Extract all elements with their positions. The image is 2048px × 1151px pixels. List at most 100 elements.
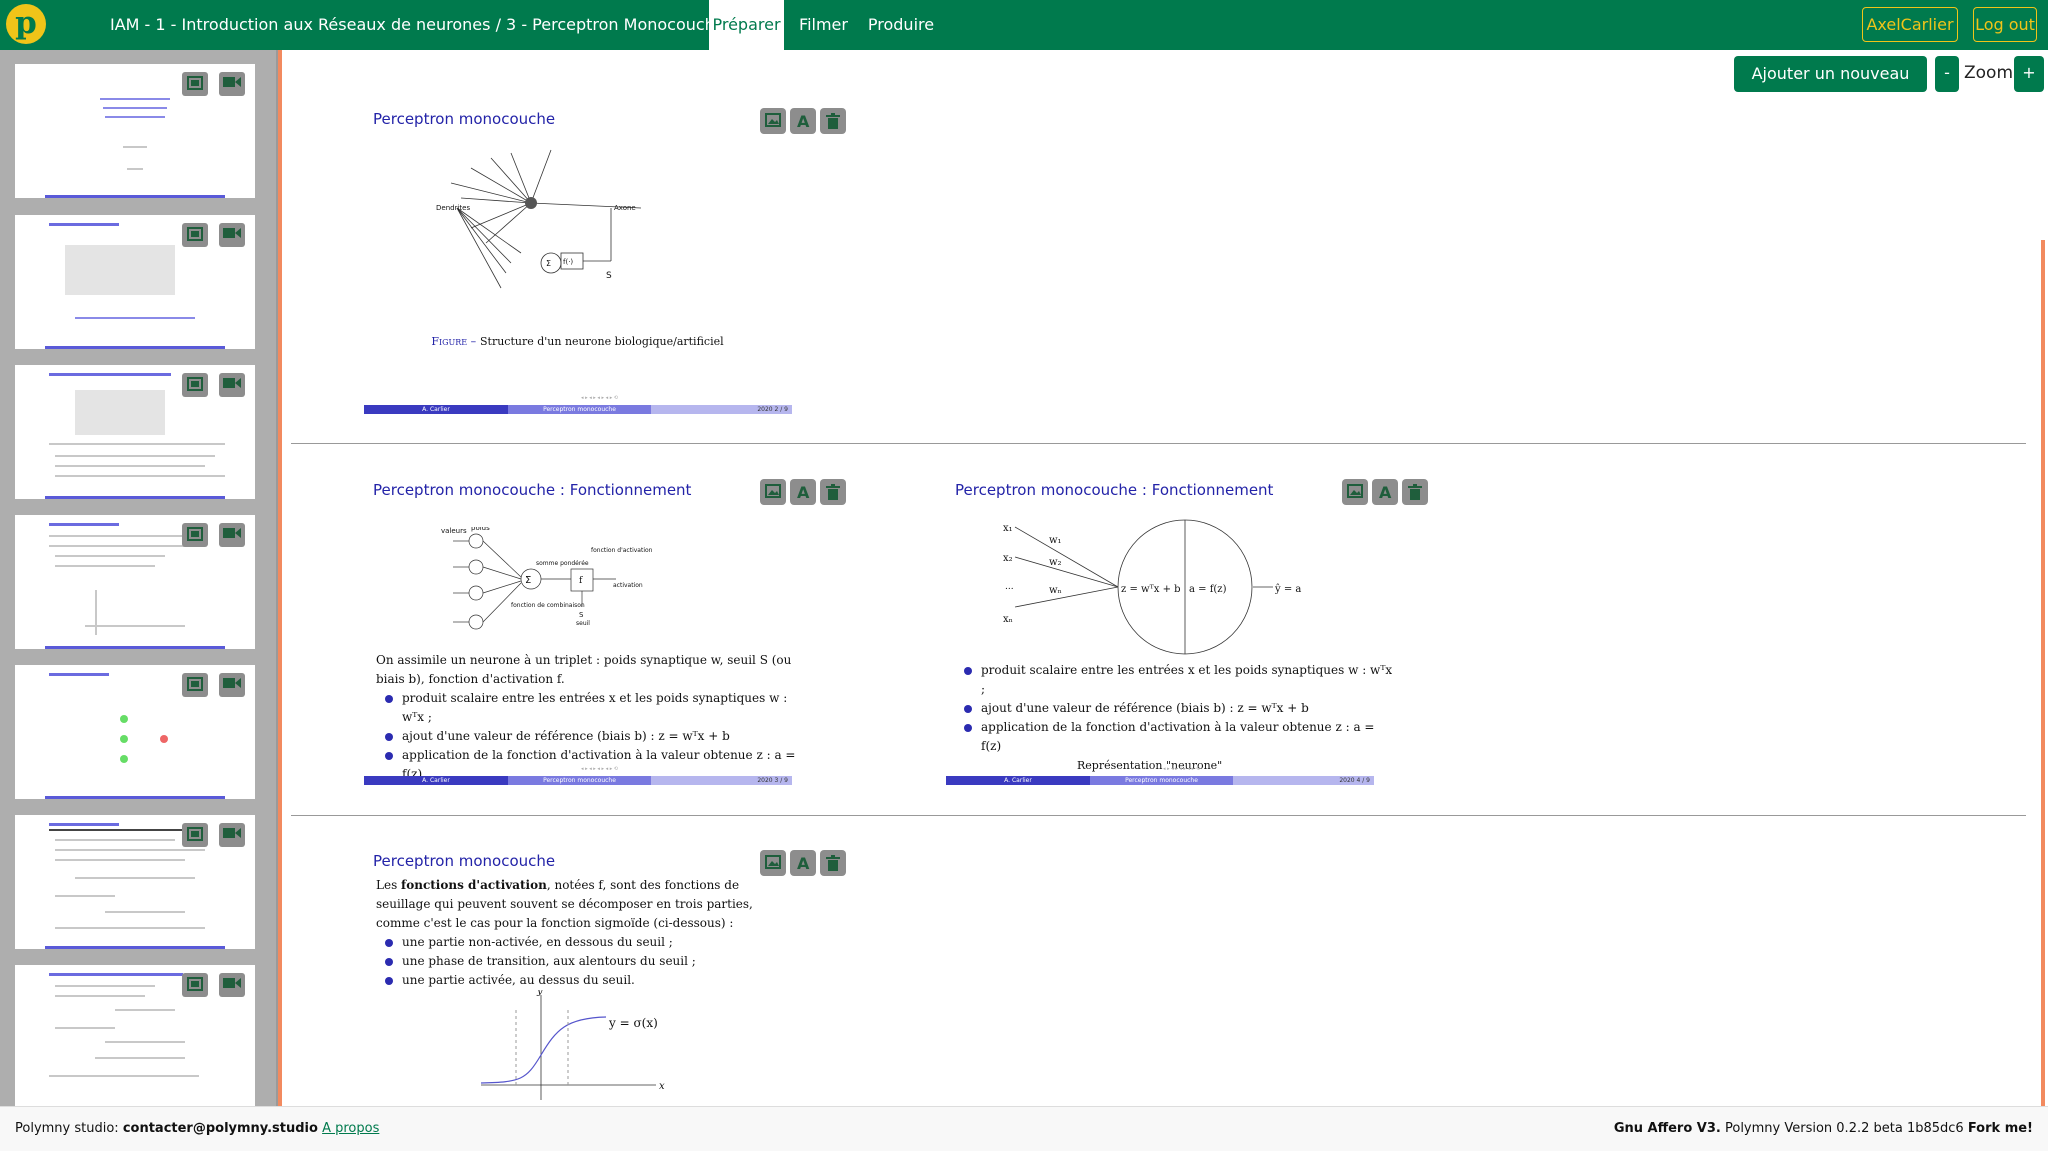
- edit-slide-icon[interactable]: [182, 973, 208, 997]
- thumbnail-slide-5[interactable]: [15, 665, 255, 799]
- tab-filmer[interactable]: Filmer: [793, 0, 854, 50]
- slide-title: Perceptron monocouche: [373, 110, 556, 128]
- svg-text:A: A: [797, 484, 810, 500]
- f-label: f(·): [563, 258, 573, 266]
- slide-footer: A. Carlier Perceptron monocouche 2020 2 …: [364, 405, 792, 414]
- trash-icon[interactable]: [820, 108, 846, 134]
- image-icon[interactable]: [760, 108, 786, 134]
- edit-slide-icon[interactable]: [182, 72, 208, 96]
- somme-label: somme pondérée: [536, 560, 589, 567]
- a-formula: a = f(z): [1189, 584, 1227, 595]
- list-item: une partie activée, au dessus du seuil.: [376, 971, 796, 990]
- beamer-nav-symbols: ◂ ▸ ◂ ▸ ◂ ▸ ◂ ▸ ⟲: [1163, 766, 1200, 772]
- image-icon[interactable]: [1342, 479, 1368, 505]
- w1-label: w₁: [1049, 535, 1062, 546]
- footer-title: Perceptron monocouche: [508, 405, 651, 414]
- version-text: Polymny Version 0.2.2 beta 1b85dc6: [1724, 1121, 1964, 1136]
- record-video-icon[interactable]: [219, 973, 245, 997]
- s-label: S: [579, 611, 584, 619]
- edit-slide-icon[interactable]: [182, 673, 208, 697]
- fork-link[interactable]: Fork me!: [1968, 1121, 2033, 1136]
- edit-slide-icon[interactable]: [182, 823, 208, 847]
- zoom-in-button[interactable]: +: [2014, 56, 2044, 92]
- record-video-icon[interactable]: [219, 72, 245, 96]
- record-video-icon[interactable]: [219, 523, 245, 547]
- slide-card[interactable]: Perceptron monocouche : Fonctionnement A…: [291, 469, 864, 795]
- top-navbar: p IAM - 1 - Introduction aux Réseaux de …: [0, 0, 2048, 50]
- thumbnail-slide-3[interactable]: [15, 365, 255, 499]
- trash-icon[interactable]: [820, 479, 846, 505]
- slide-title: Perceptron monocouche : Fonctionnement: [955, 481, 1274, 499]
- dendrites-label: Dendrites: [436, 204, 470, 212]
- slide-title: Perceptron monocouche : Fonctionnement: [373, 481, 692, 499]
- contact-email[interactable]: contacter@polymny.studio: [123, 1121, 318, 1136]
- thumbnail-slide-7[interactable]: [15, 965, 255, 1106]
- w2-label: w₂: [1049, 557, 1062, 568]
- edit-slide-icon[interactable]: [182, 373, 208, 397]
- add-slide-button[interactable]: Ajouter un nouveau slide: [1734, 56, 1927, 119]
- image-icon[interactable]: [760, 479, 786, 505]
- slide-thumbnail-sidebar[interactable]: [0, 50, 282, 1106]
- slide-card[interactable]: Perceptron monocouche A Dendrites Axone …: [291, 98, 864, 424]
- fonction-combinaison-label: fonction de combinaison: [511, 602, 585, 609]
- font-icon[interactable]: A: [790, 108, 816, 134]
- zoom-out-button[interactable]: -: [1935, 56, 1959, 92]
- thumbnail-slide-1[interactable]: [15, 64, 255, 198]
- record-video-icon[interactable]: [219, 673, 245, 697]
- record-video-icon[interactable]: [219, 823, 245, 847]
- thumbnail-slide-6[interactable]: [15, 815, 255, 949]
- edit-slide-icon[interactable]: [182, 223, 208, 247]
- trash-icon[interactable]: [1402, 479, 1428, 505]
- footer-author: A. Carlier: [364, 776, 508, 785]
- poids-label: poids: [471, 527, 490, 532]
- thumbnail-slide-2[interactable]: [15, 215, 255, 349]
- footer-author: A. Carlier: [364, 405, 508, 414]
- tab-preparer[interactable]: Préparer: [709, 0, 784, 50]
- seuil-label: seuil: [576, 620, 590, 627]
- z-formula: z = wᵀx + b: [1121, 584, 1181, 595]
- wn-label: wₙ: [1049, 585, 1062, 596]
- license-text: Gnu Affero V3.: [1613, 1121, 1721, 1136]
- zoom-label: Zoom: [1964, 63, 2014, 83]
- slide-card[interactable]: Perceptron monocouche : Fonctionnement A…: [873, 469, 1446, 795]
- perceptron-diagram: valeurs poids Σ f somme pondérée fonctio…: [441, 527, 653, 630]
- tab-produire[interactable]: Produire: [862, 0, 940, 50]
- thumbnail-slide-4[interactable]: [15, 515, 255, 649]
- list-item: ajout d'une valeur de référence (biais b…: [376, 727, 796, 746]
- row-separator: [291, 815, 2026, 816]
- footer-meta: 2020 3 / 9: [651, 776, 792, 785]
- list-item: produit scalaire entre les entrées x et …: [955, 661, 1395, 699]
- font-icon[interactable]: A: [1372, 479, 1398, 505]
- figure-label: Figure –: [431, 335, 477, 348]
- list-item: application de la fonction d'activation …: [955, 718, 1395, 756]
- edit-slide-icon[interactable]: [182, 523, 208, 547]
- xn-label: xₙ: [1003, 614, 1013, 625]
- fonction-activation-label: fonction d'activation: [591, 547, 653, 554]
- image-icon[interactable]: [760, 850, 786, 876]
- record-video-icon[interactable]: [219, 373, 245, 397]
- list-item: une partie non-activée, en dessous du se…: [376, 933, 796, 952]
- main-scrollbar[interactable]: [2041, 240, 2045, 1106]
- sidebar-gutter: [278, 50, 282, 1106]
- slide-card[interactable]: Perceptron monocouche A Les fonctions d'…: [291, 840, 864, 1106]
- studio-label: Polymny studio:: [15, 1121, 119, 1136]
- s-label: S: [606, 271, 612, 281]
- page-footer: Polymny studio: contacter@polymny.studio…: [0, 1106, 2048, 1151]
- trash-icon[interactable]: [820, 850, 846, 876]
- svg-text:A: A: [797, 855, 810, 871]
- x2-label: x₂: [1003, 553, 1013, 564]
- neuron-representation-diagram: x₁ x₂ ... xₙ w₁ w₂ wₙ z = wᵀx + b a = f(…: [1003, 519, 1301, 655]
- svg-text:A: A: [797, 113, 810, 129]
- dots-label: ...: [1005, 582, 1014, 592]
- polymny-logo[interactable]: p: [6, 4, 46, 44]
- logout-button[interactable]: Log out: [1973, 7, 2037, 42]
- x-axis-label: x: [659, 1081, 665, 1092]
- font-icon[interactable]: A: [790, 850, 816, 876]
- record-video-icon[interactable]: [219, 223, 245, 247]
- row-separator: [291, 443, 2026, 444]
- about-link[interactable]: A propos: [322, 1121, 379, 1136]
- user-button[interactable]: AxelCarlier: [1862, 7, 1958, 42]
- slide-footer: A. Carlier Perceptron monocouche 2020 4 …: [946, 776, 1374, 785]
- font-icon[interactable]: A: [790, 479, 816, 505]
- sigma-label: Σ: [546, 259, 551, 268]
